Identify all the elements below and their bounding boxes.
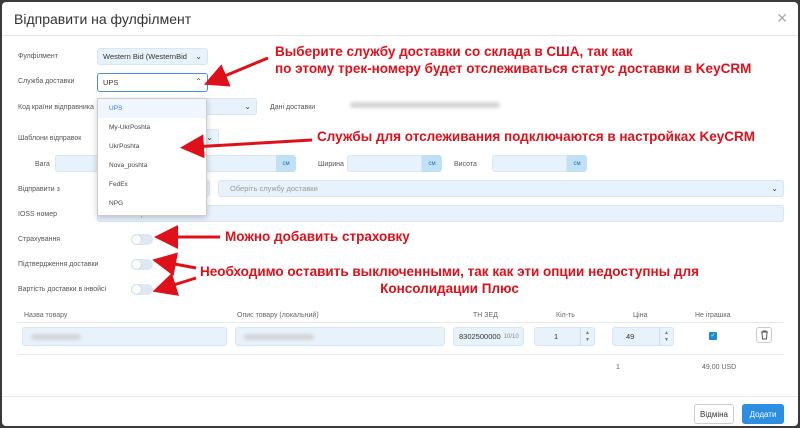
fulfillment-select[interactable]: Western Bid (WesternBid ⌄: [97, 48, 208, 65]
dropdown-option[interactable]: UPS: [98, 99, 206, 118]
col-header-description: Опис товару (локальний): [237, 312, 319, 319]
height-input[interactable]: [492, 155, 567, 172]
product-description-blurred: [244, 334, 314, 340]
delivery-service-select[interactable]: UPS ⌃: [97, 73, 208, 92]
hs-code-counter: 10/10: [503, 333, 519, 340]
price-input[interactable]: 49 ▲ ▼: [612, 327, 674, 346]
annotation-1: Выберите службу доставки со склада в США…: [275, 43, 751, 77]
insurance-label: Страхування: [18, 236, 61, 243]
annotation-4-line2: Консолидации Плюс: [380, 281, 519, 296]
send-from-placeholder: Оберіть службу доставки: [230, 184, 318, 193]
invoice-cost-toggle[interactable]: [131, 284, 153, 295]
footer-divider: [2, 396, 798, 397]
delivery-data-blurred: [350, 102, 500, 108]
delivery-service-dropdown: UPS My-UkrPoshta UkrPoshta Nova_poshta F…: [97, 98, 207, 216]
cancel-button[interactable]: Відміна: [694, 404, 734, 424]
modal-title: Відправити на фулфілмент: [14, 10, 192, 27]
col-header-hs-code: ТН ЗЕД: [473, 312, 498, 319]
hs-code-input[interactable]: 8302500000 10/10: [453, 327, 524, 346]
send-from-service-select[interactable]: Оберіть службу доставки ⌄: [218, 180, 784, 197]
chevron-down-icon: ⌄: [195, 52, 202, 61]
sender-country-label: Код країни відправника: [18, 104, 94, 111]
price-stepper[interactable]: ▲ ▼: [659, 328, 673, 345]
annotation-1-line2: по этому трек-номеру будет отслеживаться…: [275, 61, 752, 76]
confirmation-toggle[interactable]: [131, 259, 153, 270]
delivery-service-label: Служба доставки: [18, 78, 75, 85]
chevron-down-icon: ⌄: [244, 102, 251, 111]
send-from-label: Відправити з: [18, 186, 60, 193]
annotation-4-line1: Необходимо оставить выключенными, так ка…: [200, 264, 699, 279]
insurance-toggle[interactable]: [131, 234, 153, 245]
width-unit: см: [422, 155, 442, 172]
weight-label: Вага: [35, 161, 50, 168]
col-header-price: Ціна: [633, 312, 648, 319]
height-label: Висота: [454, 161, 477, 168]
product-name-input[interactable]: [22, 327, 227, 346]
col-header-not-toy: Не іграшка: [695, 312, 731, 319]
totals-divider: [18, 354, 784, 355]
delivery-service-value: UPS: [103, 78, 119, 87]
qty-stepper[interactable]: ▲ ▼: [580, 328, 594, 345]
width-input[interactable]: [347, 155, 422, 172]
width-label: Ширина: [318, 161, 344, 168]
dropdown-option[interactable]: UkrPoshta: [98, 137, 206, 156]
add-button[interactable]: Додати: [742, 404, 784, 424]
chevron-down-icon: ⌄: [206, 133, 213, 142]
dropdown-option[interactable]: FedEx: [98, 175, 206, 194]
not-toy-checkbox[interactable]: ✓: [709, 332, 717, 340]
templates-label: Шаблони відправок: [18, 135, 82, 142]
invoice-cost-label: Вартість доставки в інвойсі: [18, 286, 107, 293]
product-name-blurred: [31, 334, 81, 340]
qty-value: 1: [554, 332, 559, 341]
annotation-1-line1: Выберите службу доставки со склада в США…: [275, 44, 633, 59]
product-description-input[interactable]: [235, 327, 445, 346]
modal-header: Відправити на фулфілмент: [2, 2, 798, 36]
weight-unit: см: [276, 155, 296, 172]
confirmation-label: Підтвердження доставки: [18, 261, 99, 268]
price-value: 49: [626, 332, 635, 341]
fulfillment-label: Фулфілмент: [18, 53, 58, 60]
total-qty: 1: [616, 364, 620, 371]
dropdown-option[interactable]: My-UkrPoshta: [98, 118, 206, 137]
chevron-down-icon: ⌄: [771, 184, 778, 193]
dropdown-option[interactable]: NPG: [98, 194, 206, 213]
trash-icon[interactable]: [756, 327, 772, 343]
qty-input[interactable]: 1 ▲ ▼: [534, 327, 595, 346]
fulfillment-value: Western Bid (WesternBid: [103, 52, 187, 61]
col-header-qty: Кіл-ть: [556, 312, 575, 319]
annotation-3: Можно добавить страховку: [225, 229, 410, 244]
annotation-2: Службы для отслеживания подключаются в н…: [317, 129, 756, 144]
chevron-up-icon: ⌃: [195, 77, 202, 86]
annotation-4: Необходимо оставить выключенными, так ка…: [200, 263, 699, 297]
dropdown-option[interactable]: Nova_poshta: [98, 156, 206, 175]
table-divider: [18, 322, 784, 323]
delivery-data-label: Дані доставки: [270, 104, 316, 111]
hs-code-value: 8302500000: [459, 332, 501, 341]
col-header-name: Назва товару: [24, 312, 68, 319]
close-icon[interactable]: ✕: [776, 10, 788, 27]
total-sum: 49,00 USD: [702, 364, 737, 371]
ioss-label: IOSS номер: [18, 211, 58, 218]
height-unit: см: [567, 155, 587, 172]
